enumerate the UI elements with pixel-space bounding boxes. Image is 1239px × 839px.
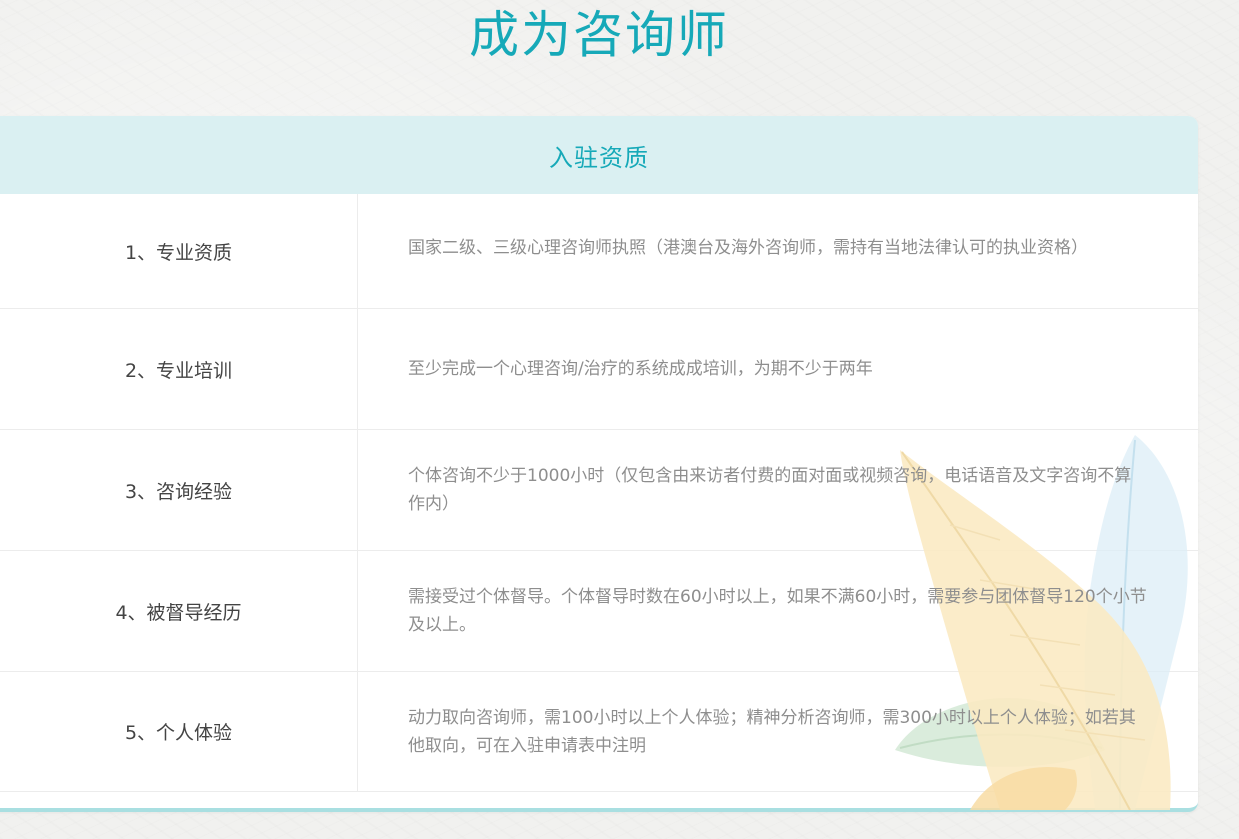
card-header: 入驻资质 — [0, 116, 1198, 194]
requirement-desc: 需接受过个体督导。个体督导时数在60小时以上，如果不满60小时，需要参与团体督导… — [408, 587, 1147, 635]
requirement-desc: 动力取向咨询师，需100小时以上个人体验；精神分析咨询师，需300小时以上个人体… — [408, 707, 1136, 756]
requirement-label: 4、被督导经历 — [0, 551, 358, 671]
requirement-label: 3、咨询经验 — [0, 430, 358, 550]
requirement-desc: 至少完成一个心理咨询/治疗的系统成成培训，为期不少于两年 — [408, 359, 873, 379]
table-row: 1、专业资质 国家二级、三级心理咨询师执照（港澳台及海外咨询师，需持有当地法律认… — [0, 194, 1198, 308]
requirement-label: 1、专业资质 — [0, 194, 358, 308]
table-row: 3、咨询经验 个体咨询不少于1000小时（仅包含由来访者付费的面对面或视频咨询，… — [0, 429, 1198, 550]
requirement-label: 2、专业培训 — [0, 309, 358, 429]
qualification-card: 入驻资质 1、专业资质 国家二级、三级心理咨询师执照（港澳台及海外咨询师，需持有… — [0, 116, 1198, 812]
requirement-label: 5、个人体验 — [0, 672, 358, 791]
requirements-table: 1、专业资质 国家二级、三级心理咨询师执照（港澳台及海外咨询师，需持有当地法律认… — [0, 194, 1198, 792]
section-title: 入驻资质 — [549, 143, 649, 172]
table-row: 2、专业培训 至少完成一个心理咨询/治疗的系统成成培训，为期不少于两年 — [0, 308, 1198, 429]
page-title: 成为咨询师 — [469, 6, 729, 64]
requirement-desc: 国家二级、三级心理咨询师执照（港澳台及海外咨询师，需持有当地法律认可的执业资格） — [408, 238, 1088, 258]
table-row: 5、个人体验 动力取向咨询师，需100小时以上个人体验；精神分析咨询师，需300… — [0, 671, 1198, 792]
table-row: 4、被督导经历 需接受过个体督导。个体督导时数在60小时以上，如果不满60小时，… — [0, 550, 1198, 671]
requirement-desc: 个体咨询不少于1000小时（仅包含由来访者付费的面对面或视频咨询，电话语音及文字… — [408, 466, 1132, 514]
